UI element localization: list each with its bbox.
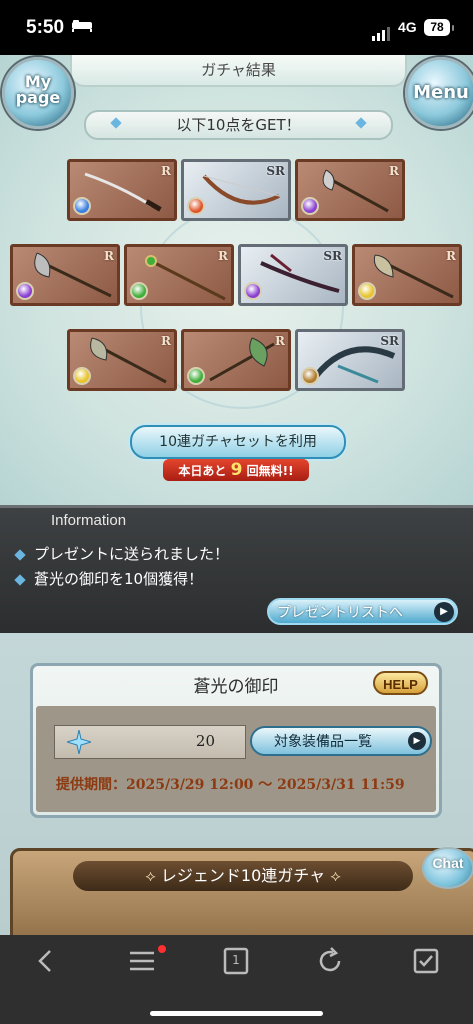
diamond-icon: [110, 117, 122, 129]
tabs-button[interactable]: 1: [220, 945, 252, 977]
gacha-set-button[interactable]: 10連ガチャセットを利用: [130, 425, 346, 459]
rarity-badge: R: [446, 249, 456, 263]
list-icon: [130, 951, 154, 971]
result-item[interactable]: SR: [238, 244, 348, 306]
information-title: Information: [51, 512, 127, 529]
free-prefix: 本日あと: [178, 464, 227, 478]
katana-icon: [84, 172, 162, 212]
offer-period: 提供期間：2025/3/29 12:00 〜 2025/3/31 11:59: [56, 777, 405, 793]
notification-dot: [158, 945, 166, 953]
rarity-badge: R: [275, 334, 285, 348]
result-item[interactable]: SR: [295, 329, 405, 391]
menu-list-button[interactable]: [126, 945, 158, 977]
checkbox-icon: [413, 948, 439, 974]
element-icon: [187, 367, 205, 385]
info-line-text: プレゼントに送られました！: [34, 545, 230, 563]
legend-gacha-banner[interactable]: ⟡ レジェンド10連ガチャ ⟡: [10, 848, 473, 935]
axe-icon: [373, 254, 454, 299]
element-icon: [16, 282, 34, 300]
seal-icon: [67, 730, 91, 754]
axe-icon: [90, 337, 167, 384]
diamond-icon: [14, 573, 26, 586]
gacha-result-area: ガチャ結果 My page Menu 以下10点をGET！ R SR R R R…: [0, 55, 473, 505]
status-bar: 5:50 4G 78: [0, 0, 473, 55]
result-item[interactable]: R: [295, 159, 405, 221]
diamond-icon: [355, 117, 367, 129]
lower-area: 蒼光の御印 HELP 20 対象装備品一覧 ▶ 提供期間：2025/3/29 12…: [0, 633, 473, 935]
get-banner: 以下10点をGET！: [84, 110, 393, 140]
reload-icon: [319, 947, 341, 972]
rarity-badge: R: [161, 334, 171, 348]
info-line: 蒼光の御印を10個獲得！: [14, 568, 204, 589]
sleep-mode-icon: [72, 20, 92, 32]
rarity-badge: SR: [323, 249, 342, 263]
seal-panel: 蒼光の御印 HELP 20 対象装備品一覧 ▶ 提供期間：2025/3/29 12…: [30, 663, 442, 818]
page-title: ガチャ結果: [70, 55, 407, 87]
element-icon: [301, 197, 319, 215]
rarity-badge: SR: [266, 164, 285, 178]
present-list-button[interactable]: プレゼントリストへ ▶: [267, 598, 458, 625]
result-item[interactable]: R: [67, 329, 177, 391]
info-line-text: 蒼光の御印を10個獲得！: [34, 570, 204, 588]
equipment-list-label: 対象装備品一覧: [274, 734, 372, 750]
element-icon: [187, 197, 205, 215]
checklist-button[interactable]: [410, 945, 442, 977]
rarity-badge: R: [218, 249, 228, 263]
result-item[interactable]: R: [124, 244, 234, 306]
arrow-right-icon: ▶: [434, 602, 454, 622]
result-item[interactable]: R: [67, 159, 177, 221]
result-item[interactable]: SR: [181, 159, 291, 221]
game-view: ガチャ結果 My page Menu 以下10点をGET！ R SR R R R…: [0, 55, 473, 935]
free-count: 9: [230, 460, 243, 480]
element-icon: [301, 367, 319, 385]
diamond-icon: [14, 548, 26, 561]
element-icon: [73, 367, 91, 385]
equipment-list-button[interactable]: 対象装備品一覧 ▶: [250, 726, 432, 756]
rarity-badge: R: [104, 249, 114, 263]
menu-button[interactable]: Menu: [405, 57, 473, 129]
rarity-badge: R: [389, 164, 399, 178]
network-type: 4G: [398, 19, 417, 35]
rarity-badge: R: [161, 164, 171, 178]
back-button[interactable]: [30, 945, 62, 977]
battery-icon: 78: [424, 19, 454, 36]
chevron-left-icon: [38, 950, 51, 972]
signal-icon: [372, 22, 392, 41]
reload-button[interactable]: [314, 945, 346, 977]
get-banner-label: 以下10点をGET！: [176, 116, 301, 134]
info-line: プレゼントに送られました！: [14, 543, 230, 564]
element-icon: [73, 197, 91, 215]
element-icon: [244, 282, 262, 300]
axe-icon: [322, 169, 389, 213]
seal-count: 20: [195, 732, 215, 750]
axe-icon: [34, 252, 112, 298]
help-button[interactable]: HELP: [373, 671, 428, 695]
arrow-right-icon: ▶: [408, 732, 426, 750]
mypage-label: My page: [15, 72, 61, 107]
result-item[interactable]: R: [181, 329, 291, 391]
element-icon: [358, 282, 376, 300]
information-section: Information プレゼントに送られました！ 蒼光の御印を10個獲得！ プ…: [0, 505, 473, 636]
seal-count-box: 20: [54, 725, 246, 759]
home-indicator[interactable]: [150, 1011, 323, 1016]
staff-icon: [145, 255, 226, 301]
result-item[interactable]: R: [10, 244, 120, 306]
chat-button[interactable]: Chat: [422, 847, 473, 889]
axe-icon: [209, 337, 275, 382]
status-time: 5:50: [26, 17, 65, 38]
rarity-badge: SR: [380, 334, 399, 348]
element-icon: [130, 282, 148, 300]
legend-gacha-title: ⟡ レジェンド10連ガチャ ⟡: [73, 861, 413, 891]
seal-panel-body: 20 対象装備品一覧 ▶ 提供期間：2025/3/29 12:00 〜 2025/…: [36, 706, 436, 812]
legend-gacha-label: レジェンド10連ガチャ: [160, 866, 326, 885]
tabs-count: 1: [232, 953, 240, 967]
result-item[interactable]: R: [352, 244, 462, 306]
free-count-badge: 本日あと 9 回無料!!: [163, 459, 309, 481]
present-list-label: プレゼントリストへ: [277, 605, 403, 621]
mypage-button[interactable]: My page: [2, 57, 74, 129]
free-suffix: 回無料!!: [246, 464, 294, 478]
